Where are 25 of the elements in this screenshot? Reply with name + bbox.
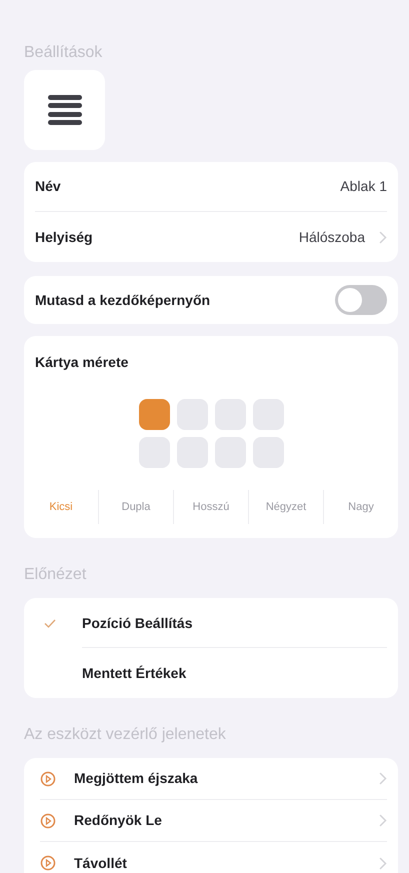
row-label: Helyiség <box>35 228 93 247</box>
play-circle-icon <box>40 770 56 786</box>
scene-label: Redőnyök Le <box>74 811 163 830</box>
chevron-icon <box>379 772 387 785</box>
row-label: Név <box>35 177 61 196</box>
play-circle-icon <box>40 855 56 871</box>
preview-item[interactable]: Mentett Értékek <box>44 648 387 698</box>
toggle-label: Mutasd a kezdőképernyőn <box>35 290 212 310</box>
scene-label: Távollét <box>74 854 128 872</box>
scene-item[interactable]: Megjöttem éjszaka <box>40 758 387 800</box>
chevron-icon <box>379 856 387 870</box>
scene-label: Megjöttem éjszaka <box>74 769 199 788</box>
card-title: Kártya mérete <box>35 353 130 372</box>
menu-icon <box>24 70 105 150</box>
play-circle-icon <box>40 812 56 828</box>
check-icon <box>44 618 56 628</box>
scene-item[interactable]: Redőnyök Le <box>40 800 387 842</box>
row-value: Hálószoba <box>298 228 365 246</box>
toggle-switch[interactable] <box>335 285 387 315</box>
row-value: Ablak 1 <box>340 177 387 196</box>
scene-item[interactable]: Távollét <box>40 842 387 873</box>
preview-item[interactable]: Pozíció Beállítás <box>44 598 387 648</box>
size-cell[interactable] <box>138 399 170 430</box>
chevron-icon <box>379 230 387 244</box>
chevron-icon <box>379 814 387 827</box>
